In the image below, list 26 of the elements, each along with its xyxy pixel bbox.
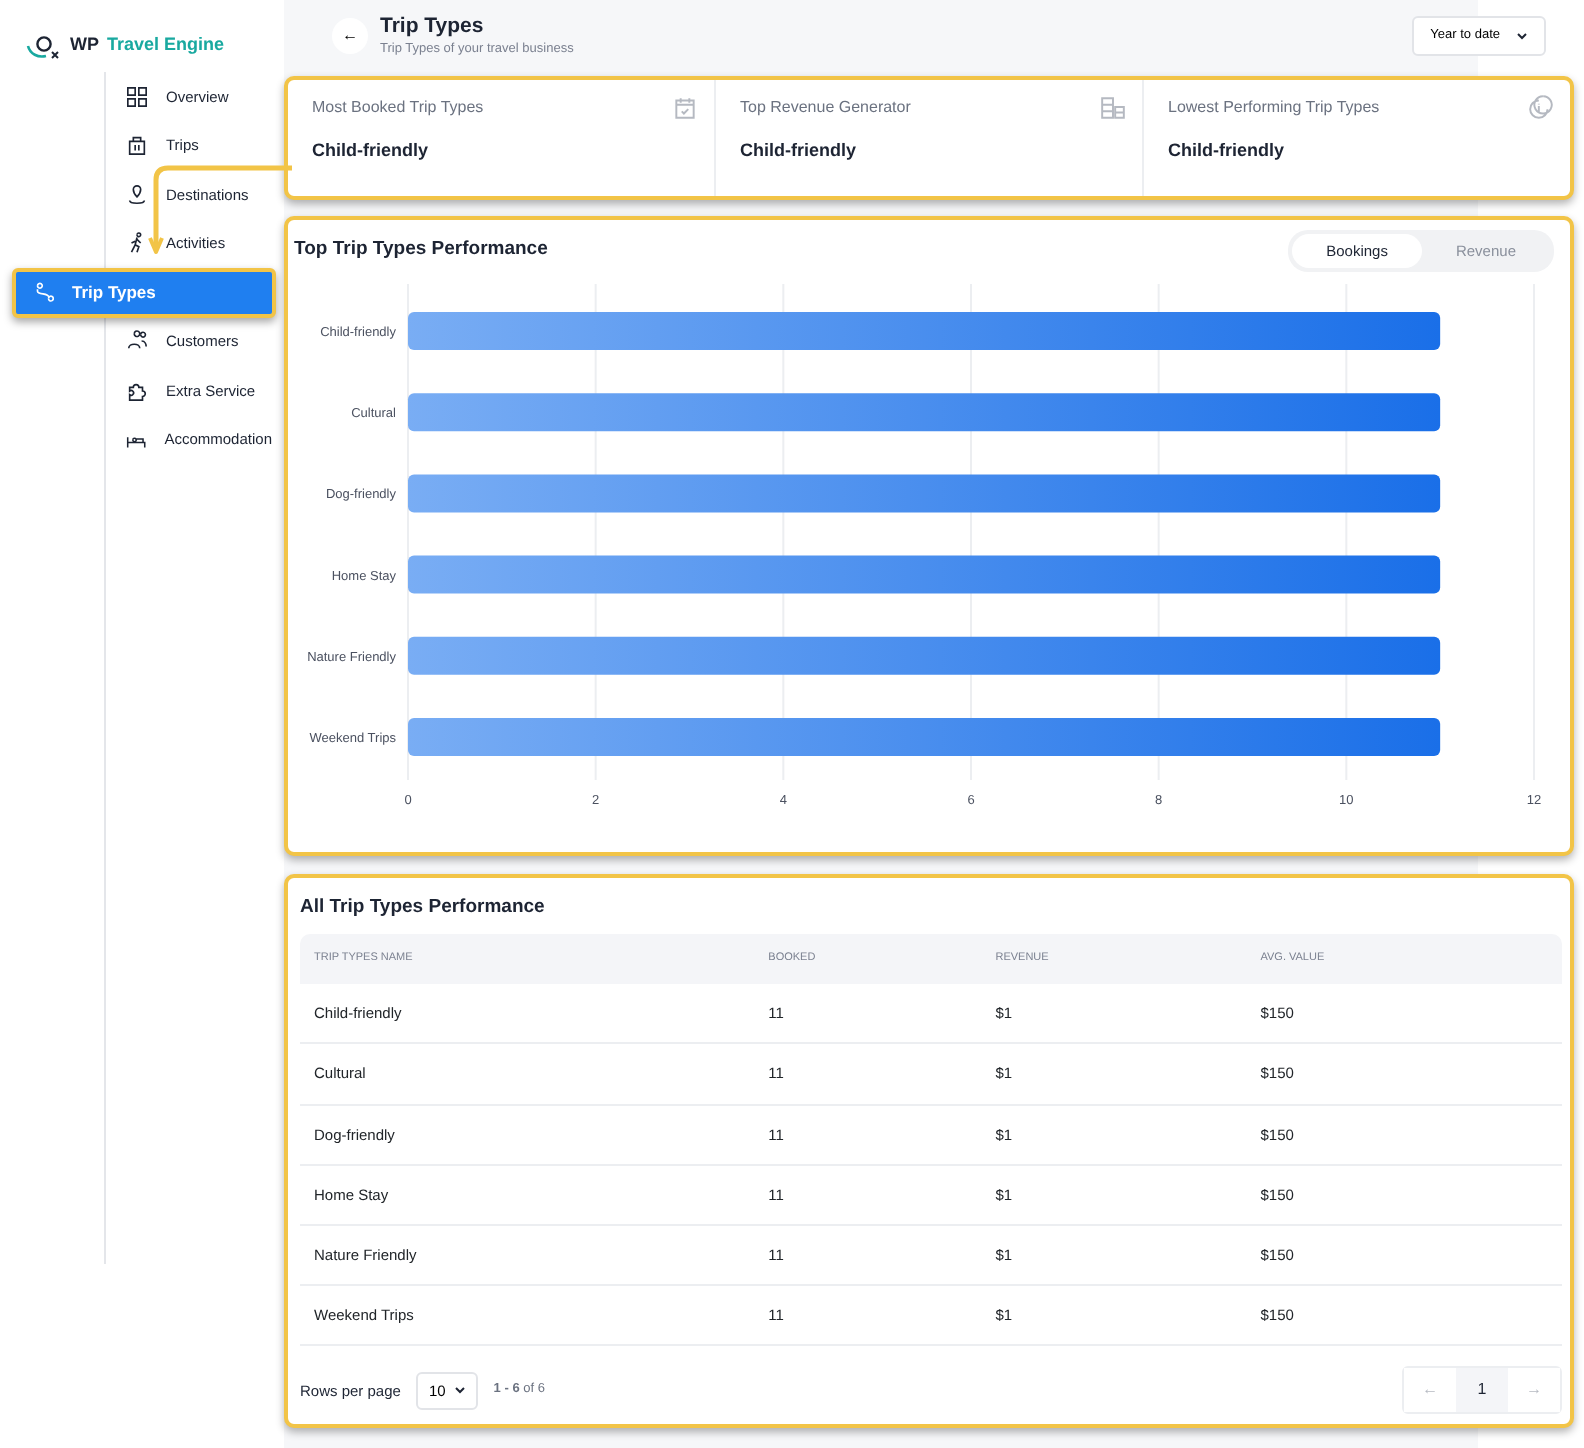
chevron-down-icon: [1516, 31, 1528, 40]
coins-icon: [1100, 94, 1126, 120]
page-title: Trip Types: [380, 16, 486, 40]
page-button[interactable]: 1: [1456, 1368, 1508, 1413]
stat-value: Child-friendly: [740, 138, 858, 164]
card-title: Top Trip Types Performance: [294, 240, 548, 262]
stat-value: Child-friendly: [312, 138, 430, 164]
info-icon: [1528, 94, 1554, 120]
logo-text: WP: [70, 32, 99, 59]
stat-label: Most Booked Trip Types: [312, 96, 486, 120]
chevron-down-icon: [453, 1386, 466, 1395]
grid-icon: [126, 85, 148, 108]
calendar-icon: [672, 94, 698, 120]
route-icon: [32, 281, 54, 304]
stat-label: Top Revenue Generator: [740, 96, 913, 120]
sidebar-item[interactable]: Trip Types: [12, 268, 276, 317]
logo-icon: [26, 33, 62, 59]
back-button[interactable]: ←: [332, 18, 368, 54]
pin-icon: [126, 183, 148, 206]
puzzle-icon: [126, 379, 148, 402]
logo-text: Travel Engine: [107, 32, 225, 59]
people-icon: [126, 330, 148, 353]
stat-value: Child-friendly: [1168, 138, 1286, 164]
suitcase-icon: [126, 134, 148, 157]
stat-label: Lowest Performing Trip Types: [1168, 96, 1382, 120]
card-title: All Trip Types Performance: [300, 898, 547, 919]
